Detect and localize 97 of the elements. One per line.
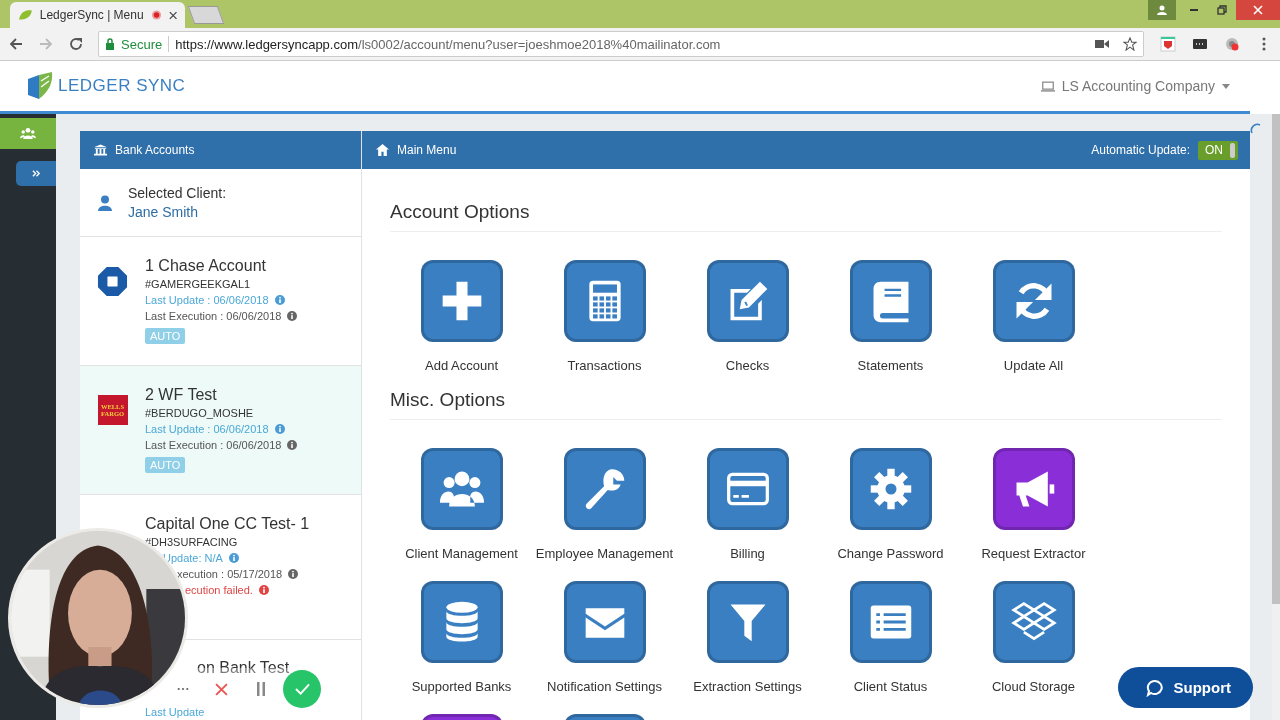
- url-text: https://www.ledgersyncapp.com/ls0002/account/menu?user=joeshmoe2018%40mailinator.com: [175, 36, 721, 52]
- minimize-icon: [1189, 9, 1199, 11]
- menu-label: Supported Banks: [411, 679, 512, 694]
- account-id: #GAMERGEEKGAL1: [145, 277, 251, 292]
- address-bar[interactable]: Secure https://www.ledgersyncapp.com/ls0002/account/menu?user=joeshmoe2018%40mailinator.com: [98, 31, 1144, 57]
- section-title: Misc. Options: [390, 389, 1222, 420]
- last-update-text: Last Update : 06/06/2018: [145, 293, 269, 308]
- menu-label: Billing: [730, 546, 765, 561]
- info-icon[interactable]: [258, 585, 269, 595]
- menu-label: Extraction Settings: [693, 679, 802, 694]
- menu-tile[interactable]: [563, 260, 646, 342]
- menu-tile[interactable]: [849, 448, 932, 530]
- menu-label: Transactions: [567, 358, 642, 373]
- menu-label: Change Password: [837, 546, 944, 561]
- menu-tile[interactable]: [706, 448, 789, 530]
- last-update-text: Last Update : 06/06/2018: [145, 422, 269, 437]
- person-icon: [1156, 4, 1168, 16]
- last-update-text: Last Update: [145, 705, 205, 720]
- close-icon: [1253, 5, 1263, 15]
- account-name: 2 WF Test: [145, 385, 217, 405]
- pause-icon: [255, 682, 266, 696]
- check-icon: [294, 683, 310, 695]
- user-icon: [98, 194, 112, 211]
- menu-label: Checks: [725, 358, 770, 373]
- client-name[interactable]: Jane Smith: [128, 204, 227, 220]
- menu-tile[interactable]: [849, 260, 932, 342]
- panel-title: Bank Accounts: [115, 143, 195, 157]
- menu-tile[interactable]: [420, 581, 503, 663]
- info-icon[interactable]: [287, 311, 298, 321]
- scrollbar[interactable]: [1272, 114, 1280, 720]
- menu-tile[interactable]: [420, 448, 503, 530]
- account-id: #BERDUGO_MOSHE: [145, 406, 254, 421]
- menu-label: Notification Settings: [547, 679, 662, 694]
- section-title: Account Options: [390, 201, 1222, 232]
- account-name: 1 Chase Account: [145, 256, 266, 276]
- menu-label: Add Account: [425, 358, 498, 373]
- info-icon[interactable]: [274, 424, 285, 434]
- menu-tile[interactable]: [563, 581, 646, 663]
- laptop-icon: [1040, 80, 1055, 92]
- logo-text: LEDGER SYNC: [58, 76, 186, 96]
- menu-label: Cloud Storage: [991, 679, 1076, 694]
- account-id: #DH3SURFACING: [145, 535, 238, 550]
- users-icon: [20, 127, 36, 140]
- logo-icon: [25, 71, 55, 101]
- menu-label: Employee Management: [535, 546, 674, 561]
- support-button[interactable]: Support: [1117, 667, 1253, 708]
- chat-icon: [1145, 678, 1164, 697]
- auto-update-label: Automatic Update:: [1091, 143, 1190, 157]
- extension-icon[interactable]: [1192, 36, 1208, 52]
- account-name: Capital One CC Test- 1: [145, 514, 310, 534]
- menu-label: Request Extractor: [981, 546, 1086, 561]
- lock-icon: [105, 38, 115, 50]
- auto-badge: AUTO: [145, 328, 186, 344]
- reload-icon[interactable]: [68, 36, 84, 52]
- menu-tile[interactable]: [706, 581, 789, 663]
- camera-icon[interactable]: [1095, 37, 1109, 51]
- menu-tile[interactable]: [706, 260, 789, 342]
- menu-label: Client Management: [405, 546, 518, 561]
- bank-icon: [94, 144, 107, 156]
- info-icon[interactable]: [287, 440, 298, 450]
- menu-tile[interactable]: [992, 448, 1075, 530]
- home-icon: [376, 144, 389, 156]
- menu-label: Statements: [857, 358, 924, 373]
- menu-label: Update All: [1003, 358, 1064, 373]
- error-text: ecution failed.: [185, 583, 253, 598]
- menu-tile[interactable]: [992, 581, 1075, 663]
- dots-icon: [176, 687, 189, 691]
- company-dropdown[interactable]: LS Accounting Company: [1040, 78, 1230, 94]
- auto-badge: AUTO: [145, 457, 186, 473]
- menu-label: Client Status: [853, 679, 928, 694]
- browser-tab[interactable]: LedgerSync | Menu: [10, 2, 185, 28]
- account-name: on Bank Test: [197, 658, 290, 678]
- selected-client-label: Selected Client:: [128, 185, 227, 201]
- leaf-icon: [18, 9, 33, 21]
- recording-icon: [150, 9, 162, 21]
- star-icon[interactable]: [1123, 37, 1137, 51]
- octagon-logo-icon: [97, 266, 128, 297]
- last-execution-text: Last Execution : 06/06/2018: [145, 438, 282, 453]
- restore-icon: [1217, 5, 1227, 15]
- menu-tile[interactable]: [992, 260, 1075, 342]
- menu-tile[interactable]: [563, 448, 646, 530]
- panel-title: Main Menu: [397, 143, 457, 157]
- chevron-icon: [31, 169, 41, 178]
- secure-label: Secure: [121, 36, 163, 52]
- info-icon[interactable]: [274, 295, 285, 305]
- info-icon[interactable]: [228, 553, 239, 563]
- close-icon[interactable]: [168, 10, 177, 20]
- caret-icon: [1222, 83, 1230, 89]
- close-icon: [215, 682, 228, 696]
- expand-button[interactable]: [16, 161, 56, 186]
- last-execution-text: Last Execution : 06/06/2018: [145, 309, 282, 324]
- last-execution-text: xecution : 05/17/2018: [177, 567, 283, 582]
- menu-tile[interactable]: [849, 581, 932, 663]
- profile-button[interactable]: [1148, 0, 1176, 20]
- back-icon[interactable]: [8, 36, 24, 52]
- menu-tile[interactable]: [420, 260, 503, 342]
- info-icon[interactable]: [288, 569, 299, 579]
